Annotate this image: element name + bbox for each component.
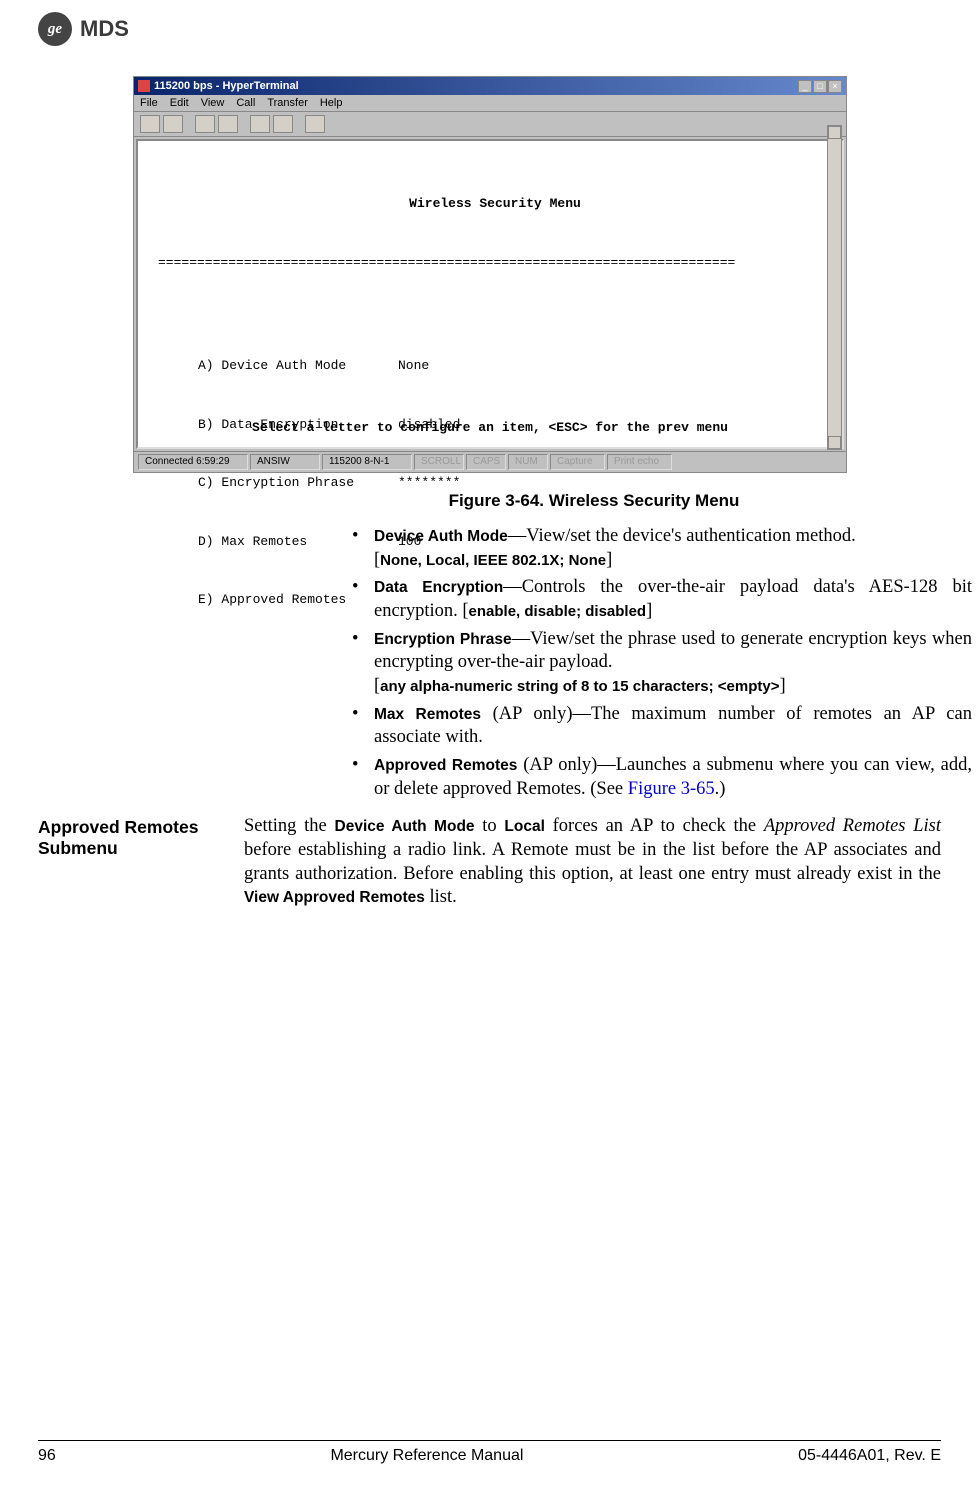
toolbar-button[interactable] bbox=[195, 115, 215, 133]
side-heading: Approved Remotes Submenu bbox=[38, 815, 244, 910]
text: ] bbox=[646, 601, 652, 621]
toolbar bbox=[134, 112, 846, 137]
menu-value-a: None bbox=[398, 356, 429, 376]
approved-remotes-paragraph: Setting the Device Auth Mode to Local fo… bbox=[244, 815, 941, 910]
options: any alpha-numeric string of 8 to 15 char… bbox=[380, 678, 779, 695]
text: .) bbox=[715, 779, 726, 799]
window-title: 115200 bps - HyperTerminal bbox=[154, 80, 299, 92]
terminal-footer: Select a letter to configure an item, <E… bbox=[138, 418, 842, 438]
minimize-icon[interactable]: _ bbox=[798, 80, 812, 93]
menu-view[interactable]: View bbox=[201, 97, 225, 109]
toolbar-button[interactable] bbox=[163, 115, 183, 133]
menu-transfer[interactable]: Transfer bbox=[267, 97, 308, 109]
bullet-data-encryption: Data Encryption—Controls the over-the-ai… bbox=[352, 576, 972, 623]
scrollbar-vertical[interactable] bbox=[827, 125, 842, 450]
menu-call[interactable]: Call bbox=[236, 97, 255, 109]
maximize-icon[interactable]: □ bbox=[813, 80, 827, 93]
options: None, Local, IEEE 802.1X; None bbox=[380, 552, 606, 569]
bullet-max-remotes: Max Remotes (AP only)—The maximum number… bbox=[352, 703, 972, 750]
bullet-device-auth: Device Auth Mode—View/set the device's a… bbox=[352, 525, 972, 572]
menu-edit[interactable]: Edit bbox=[170, 97, 189, 109]
mds-logo-text: MDS bbox=[80, 16, 129, 42]
bullet-list: Device Auth Mode—View/set the device's a… bbox=[352, 525, 972, 801]
bullet-encryption-phrase: Encryption Phrase—View/set the phrase us… bbox=[352, 628, 972, 699]
hyperterminal-screenshot: 115200 bps - HyperTerminal _ □ × File Ed… bbox=[133, 76, 847, 473]
page-number: 96 bbox=[38, 1447, 56, 1465]
scroll-down-icon[interactable] bbox=[828, 436, 841, 449]
figure-link[interactable]: Figure 3-65 bbox=[628, 779, 715, 799]
doc-revision: 05-4446A01, Rev. E bbox=[798, 1447, 941, 1465]
options: enable, disable; disabled bbox=[469, 603, 647, 620]
manual-title: Mercury Reference Manual bbox=[330, 1447, 523, 1465]
header-logo: ge MDS bbox=[38, 12, 941, 46]
menu-item-c: C) Encryption Phrase bbox=[198, 473, 398, 493]
bullet-approved-remotes: Approved Remotes (AP only)—Launches a su… bbox=[352, 754, 972, 801]
scroll-up-icon[interactable] bbox=[828, 126, 841, 139]
toolbar-button[interactable] bbox=[140, 115, 160, 133]
menu-help[interactable]: Help bbox=[320, 97, 343, 109]
toolbar-button[interactable] bbox=[250, 115, 270, 133]
toolbar-button[interactable] bbox=[218, 115, 238, 133]
text: —View/set the device's authentication me… bbox=[508, 526, 856, 546]
menu-file[interactable]: File bbox=[140, 97, 158, 109]
menu-value-c: ******** bbox=[398, 473, 460, 493]
label: Approved Remotes bbox=[374, 757, 517, 774]
terminal-title: Wireless Security Menu bbox=[158, 194, 832, 214]
menubar: File Edit View Call Transfer Help bbox=[134, 95, 846, 112]
window-titlebar: 115200 bps - HyperTerminal _ □ × bbox=[134, 77, 846, 95]
toolbar-button[interactable] bbox=[273, 115, 293, 133]
page-footer: 96 Mercury Reference Manual 05-4446A01, … bbox=[38, 1440, 941, 1465]
label: Device Auth Mode bbox=[374, 528, 508, 545]
ge-logo-icon: ge bbox=[38, 12, 72, 46]
terminal-area: Wireless Security Menu =================… bbox=[136, 139, 844, 449]
label: Data Encryption bbox=[374, 579, 503, 596]
label: Encryption Phrase bbox=[374, 631, 512, 648]
divider-line: ========================================… bbox=[158, 253, 832, 273]
label: Max Remotes bbox=[374, 706, 481, 723]
close-icon[interactable]: × bbox=[828, 80, 842, 93]
menu-item-a: A) Device Auth Mode bbox=[198, 356, 398, 376]
app-icon bbox=[138, 80, 150, 92]
toolbar-button[interactable] bbox=[305, 115, 325, 133]
